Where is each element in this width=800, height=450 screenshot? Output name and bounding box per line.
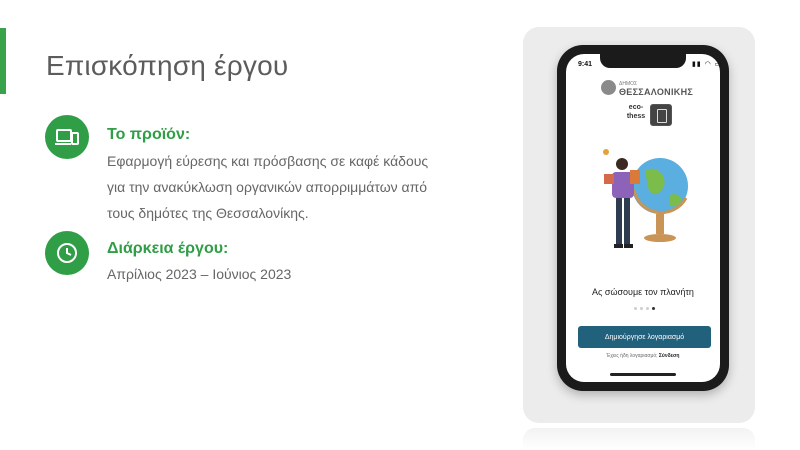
duration-heading: Διάρκεια έργου:: [107, 240, 229, 257]
bin-icon: [650, 104, 672, 126]
app-name-line: thess: [626, 113, 646, 120]
city-logo-icon: [601, 80, 616, 95]
duration-text: Απρίλιος 2023 – Ιούνιος 2023: [107, 266, 292, 282]
carousel-indicator: [634, 307, 655, 310]
product-heading: Το προϊόν:: [107, 126, 191, 143]
accent-bar: [0, 28, 6, 94]
carousel-dot[interactable]: [640, 307, 643, 310]
app-name-line: eco-: [628, 104, 644, 111]
login-prompt: Έχεις ήδη λογαριασμό; Σύνδεση: [566, 353, 720, 359]
product-description: Εφαρμογή εύρεσης και πρόσβασης σε καφέ κ…: [107, 148, 428, 226]
login-prompt-text: Έχεις ήδη λογαριασμό;: [606, 353, 658, 359]
page-title: Επισκόπηση έργου: [46, 50, 289, 81]
carousel-dot-active[interactable]: [652, 307, 655, 310]
create-account-button[interactable]: Δημιούργησε λογαριασμό: [578, 326, 711, 348]
product-line: Εφαρμογή εύρεσης και πρόσβασης σε καφέ κ…: [107, 153, 429, 169]
tagline: Ας σώσουμε τον πλανήτη: [592, 287, 694, 297]
product-line: για την ανακύκλωση οργανικών απορριμμάτω…: [107, 179, 428, 195]
status-icons: ▮▮ ◠ ▭: [692, 61, 723, 68]
app-name: eco- thess: [624, 103, 648, 121]
login-link[interactable]: Σύνδεση: [659, 353, 680, 359]
globe-illustration-icon: [603, 149, 688, 248]
status-time: 9:41: [578, 61, 593, 68]
carousel-dot[interactable]: [634, 307, 637, 310]
clock-icon: [45, 231, 89, 275]
carousel-dot[interactable]: [646, 307, 649, 310]
product-line: τους δημότες της Θεσσαλονίκης.: [107, 205, 309, 221]
devices-icon: [45, 115, 89, 159]
logo-big-text: ΘΕΣΣΑΛΟΝΙΚΗΣ: [619, 87, 694, 97]
phone-reflection: [523, 428, 755, 450]
home-indicator: [610, 373, 676, 376]
phone-notch: [600, 54, 686, 68]
